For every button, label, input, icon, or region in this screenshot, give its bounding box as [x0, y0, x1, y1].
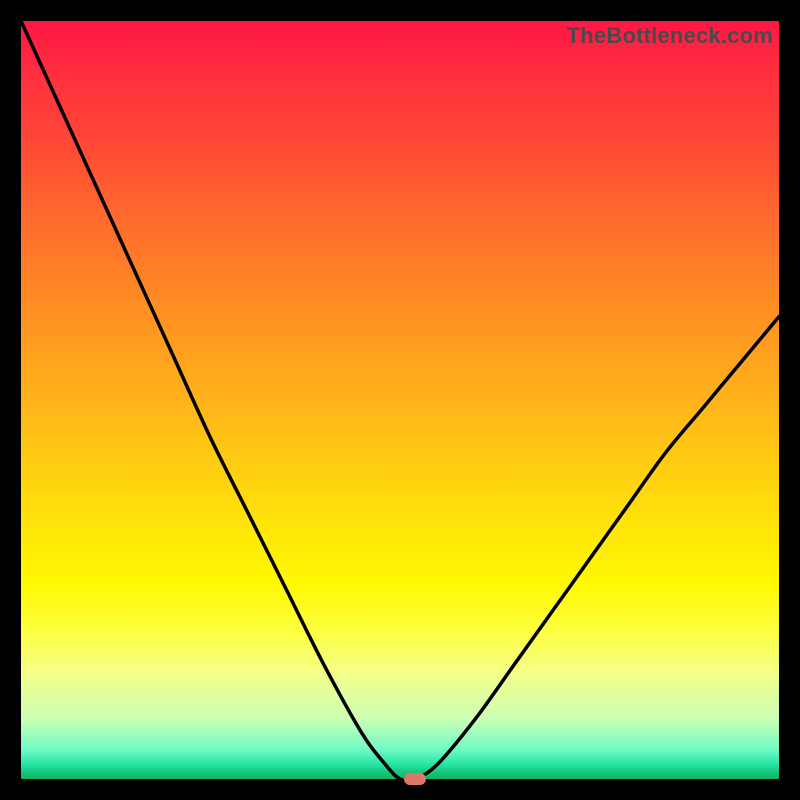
- plot-area: TheBottleneck.com: [21, 21, 779, 779]
- bottleneck-curve: [21, 21, 779, 779]
- optimum-marker: [404, 773, 426, 785]
- chart-frame: TheBottleneck.com: [0, 0, 800, 800]
